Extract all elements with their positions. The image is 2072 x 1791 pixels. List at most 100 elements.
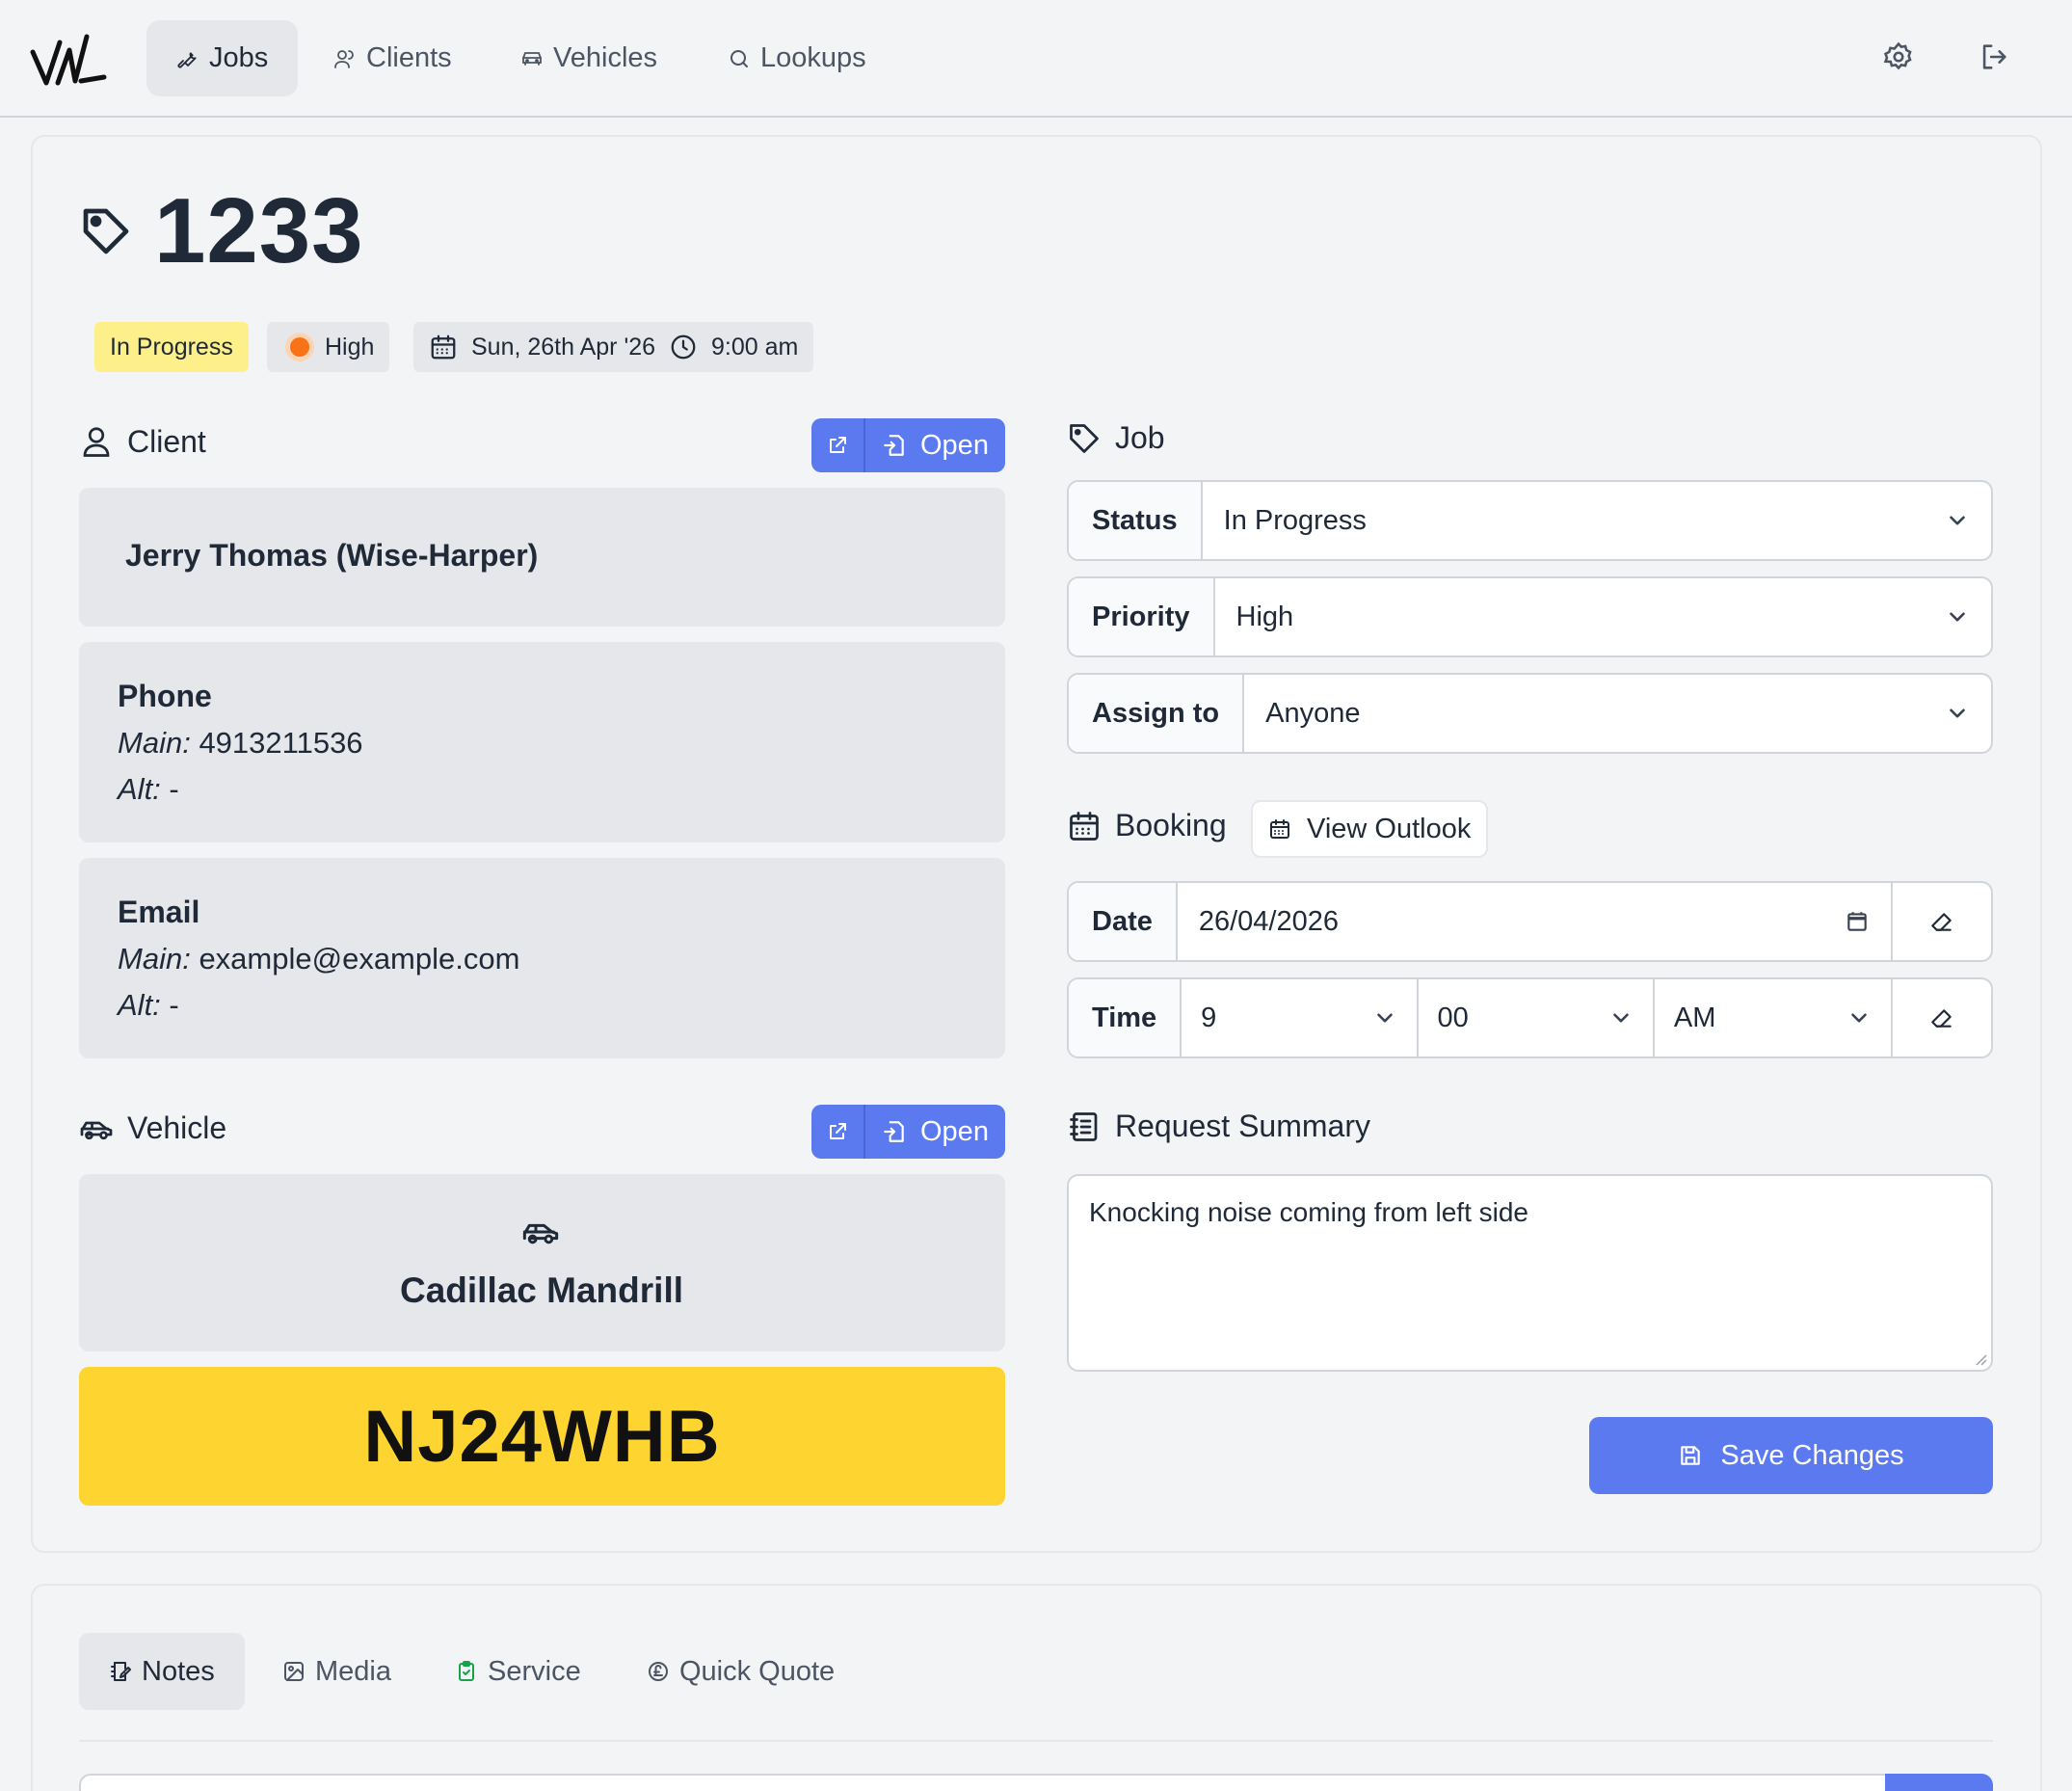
tab-service[interactable]: Service <box>425 1633 611 1710</box>
calendar-icon <box>431 334 456 360</box>
ampm-select-value: AM <box>1673 1002 1716 1033</box>
status-badge-label: In Progress <box>110 333 233 361</box>
save-changes-label: Save Changes <box>1720 1439 1904 1471</box>
phone-alt-label: Alt: <box>118 772 161 806</box>
date-badge-label: Sun, 26th Apr '26 <box>471 333 656 361</box>
tab-quick-quote[interactable]: Quick Quote <box>617 1633 864 1710</box>
car-icon <box>522 1223 559 1244</box>
priority-select-value: High <box>1235 601 1294 632</box>
client-name: Jerry Thomas (Wise-Harper) <box>125 538 539 573</box>
calendar-picker-icon[interactable] <box>1845 909 1870 934</box>
registration-plate-text: NJ24WHB <box>363 1395 721 1478</box>
job-heading-label: Job <box>1115 420 1165 455</box>
email-alt-label: Alt: <box>118 988 161 1022</box>
vehicle-open-button[interactable]: Open <box>865 1105 1005 1159</box>
email-main-label: Main: <box>118 942 191 976</box>
job-number: 1233 <box>154 179 364 282</box>
clock-icon <box>671 334 696 360</box>
client-heading: Client <box>79 424 206 460</box>
email-alt: Alt: - <box>118 988 967 1023</box>
car-icon <box>522 51 542 66</box>
hour-select-value: 9 <box>1201 1002 1217 1033</box>
search-icon <box>731 49 748 67</box>
status-select[interactable]: In Progress <box>1203 482 1991 559</box>
priority-select[interactable]: High <box>1215 578 1991 655</box>
wrench-icon <box>177 51 197 68</box>
calendar-icon <box>1070 811 1099 841</box>
chevron-down-icon <box>1613 1013 1629 1023</box>
nav-vehicles[interactable]: Vehicles <box>491 20 687 96</box>
users-icon <box>334 49 354 68</box>
request-summary-textarea[interactable]: Knocking noise coming from left side <box>1067 1174 1993 1372</box>
nav-lookups[interactable]: Lookups <box>698 20 896 96</box>
logout-icon[interactable] <box>1978 40 2010 73</box>
phone-title: Phone <box>118 679 212 713</box>
add-note-button[interactable] <box>1885 1774 1993 1791</box>
assign-select-value: Anyone <box>1265 697 1361 729</box>
client-open-button[interactable]: Open <box>865 418 1005 472</box>
time-clear-button[interactable] <box>1891 979 1991 1056</box>
note-input[interactable] <box>79 1774 1887 1791</box>
assign-label: Assign to <box>1069 675 1245 752</box>
client-heading-label: Client <box>127 424 206 459</box>
vehicle-external-link-button[interactable] <box>811 1105 865 1159</box>
view-outlook-button[interactable]: View Outlook <box>1251 800 1489 858</box>
clipboard-icon <box>459 1661 474 1681</box>
phone-main: Main: 4913211536 <box>118 726 967 761</box>
job-title: 1233 <box>79 178 364 284</box>
nav-jobs[interactable]: Jobs <box>146 20 299 96</box>
date-input[interactable]: 26/04/2026 <box>1178 883 1891 960</box>
email-alt-value: - <box>169 988 179 1022</box>
nav-lookups-label: Lookups <box>760 42 866 73</box>
minute-select[interactable]: 00 <box>1419 979 1655 1056</box>
email-main: Main: example@example.com <box>118 942 967 976</box>
chevron-down-icon <box>1950 612 1965 622</box>
nav-jobs-label: Jobs <box>209 42 269 73</box>
tab-notes-label: Notes <box>142 1655 215 1687</box>
date-label: Date <box>1069 883 1178 960</box>
assign-select[interactable]: Anyone <box>1244 675 1991 752</box>
app-logo[interactable] <box>29 27 108 89</box>
email-panel: Email Main: example@example.com Alt: - <box>79 858 1005 1058</box>
time-field: Time 9 00 AM <box>1067 977 1993 1058</box>
date-input-value: 26/04/2026 <box>1198 905 1340 937</box>
tab-notes[interactable]: Notes <box>79 1633 245 1710</box>
priority-badge: High <box>267 322 390 372</box>
save-icon <box>1681 1446 1701 1465</box>
gear-icon[interactable] <box>1882 40 1915 73</box>
phone-panel: Phone Main: 4913211536 Alt: - <box>79 642 1005 842</box>
booking-heading-label: Booking <box>1115 808 1227 842</box>
request-summary-heading: Request Summary <box>1067 1109 1370 1144</box>
client-actions: Open <box>811 418 1005 472</box>
date-clear-button[interactable] <box>1891 883 1991 960</box>
assign-field: Assign to Anyone <box>1067 673 1993 754</box>
vehicle-heading-label: Vehicle <box>127 1110 227 1145</box>
external-link-icon <box>830 1123 846 1139</box>
user-icon <box>83 426 110 457</box>
nav-clients-label: Clients <box>366 42 452 73</box>
vehicle-name: Cadillac Mandrill <box>399 1270 683 1310</box>
chevron-down-icon <box>1851 1013 1868 1023</box>
chevron-down-icon <box>1376 1013 1393 1023</box>
file-enter-icon <box>884 435 904 456</box>
vehicle-heading: Vehicle <box>79 1110 226 1146</box>
status-field: Status In Progress <box>1067 480 1993 561</box>
tab-media[interactable]: Media <box>252 1633 421 1710</box>
save-changes-button[interactable]: Save Changes <box>1589 1417 1993 1494</box>
view-outlook-label: View Outlook <box>1307 813 1472 844</box>
date-field: Date 26/04/2026 <box>1067 881 1993 962</box>
chevron-down-icon <box>1950 708 1965 718</box>
ampm-select[interactable]: AM <box>1655 979 1891 1056</box>
notebook-icon <box>1070 1111 1098 1141</box>
client-external-link-button[interactable] <box>811 418 865 472</box>
priority-label: Priority <box>1069 578 1215 655</box>
status-badge: In Progress <box>94 322 249 372</box>
resize-grip-icon[interactable] <box>1974 1352 1987 1366</box>
top-navigation: Jobs Clients Vehicles Lookups <box>0 0 2072 118</box>
phone-alt-value: - <box>169 772 179 806</box>
chevron-down-icon <box>1950 516 1965 525</box>
eraser-icon <box>1931 913 1952 931</box>
hour-select[interactable]: 9 <box>1182 979 1419 1056</box>
nav-clients[interactable]: Clients <box>304 20 482 96</box>
tab-quick-quote-label: Quick Quote <box>679 1655 836 1687</box>
